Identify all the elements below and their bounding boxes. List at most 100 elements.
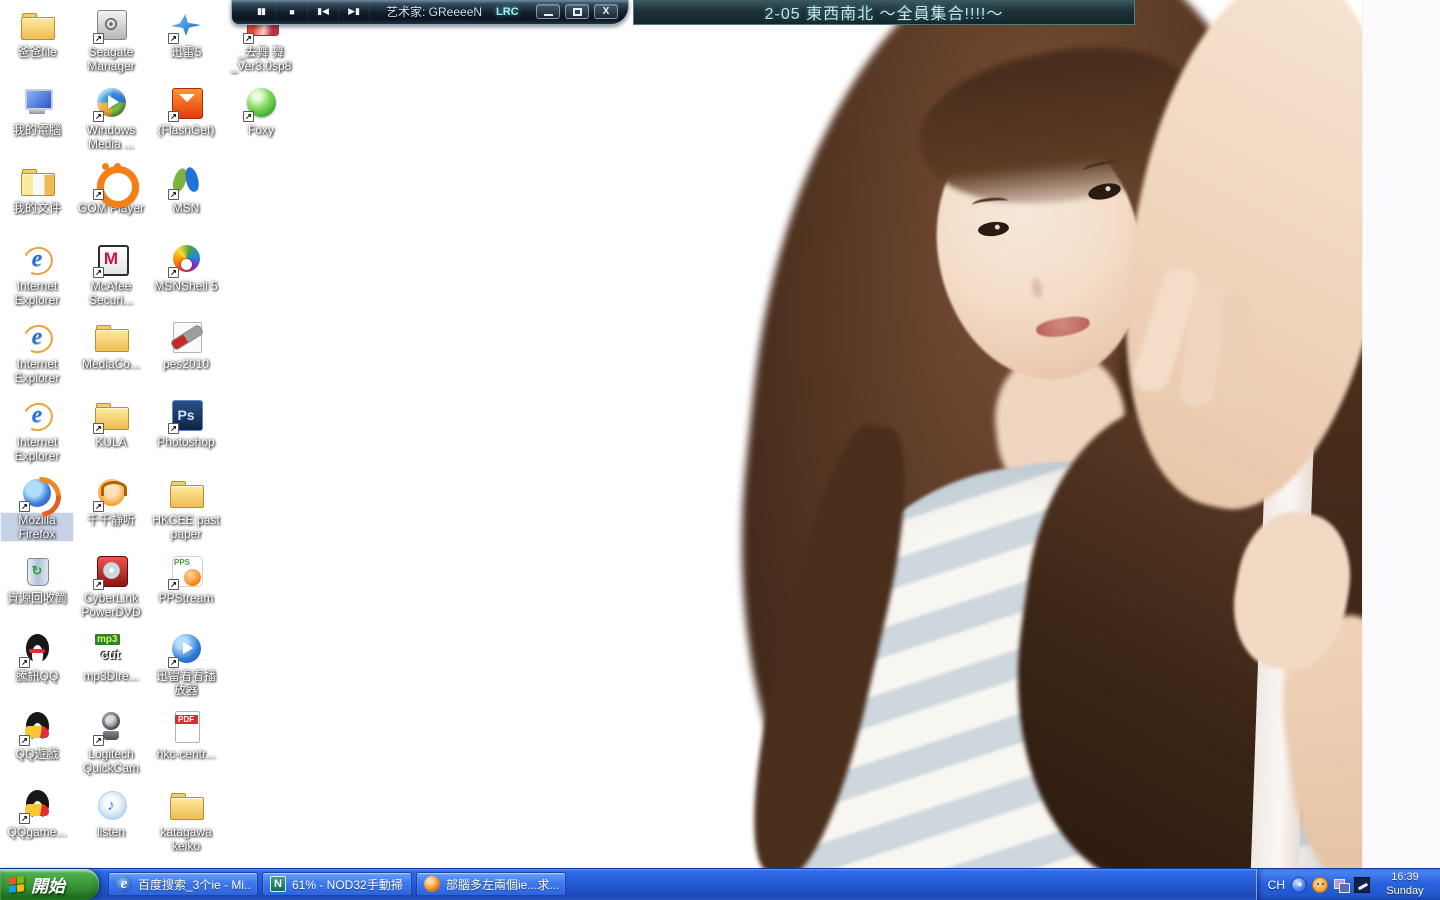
taskbar-task-label: 部腦多左兩個ie...求... <box>446 876 558 893</box>
desktop-icon-pes2010[interactable]: pes2010 <box>150 320 222 371</box>
desktop-icon-windows-media-[interactable]: ↗ Windows Media ... <box>75 86 147 151</box>
desktop-icon-hkc-centr-[interactable]: PDF hkc-centr... <box>150 710 222 761</box>
taskbar-clock[interactable]: 16:39 Sunday <box>1379 871 1431 899</box>
stop-button[interactable]: ■ <box>277 3 308 21</box>
desktop-icon--qq[interactable]: ↗ 騰訊QQ <box>1 632 73 683</box>
maximize-button[interactable] <box>565 4 589 19</box>
desktop-icon--[interactable]: ↗ 千千静听 <box>75 476 147 527</box>
desktop-icon--[interactable]: 我的文件 <box>1 164 73 215</box>
desktop-icon-label: 我的文件 <box>12 201 62 215</box>
folder-icon: ↗ <box>93 398 129 432</box>
desktop-icon-label: 千千静听 <box>86 513 136 527</box>
desktop-icon-listen[interactable]: ♪ listen <box>75 788 147 839</box>
fx-task-icon <box>424 876 440 892</box>
maximize-icon <box>573 8 582 16</box>
desktop-icon-label: 騰訊QQ <box>15 669 60 683</box>
flashget-tray-icon[interactable] <box>1354 877 1370 893</box>
desktop-icon-internet-explorer[interactable]: e Internet Explorer <box>1 242 73 307</box>
ttplayer-icon: ↗ <box>93 476 129 510</box>
desktop-icon-label: KULA <box>94 435 127 449</box>
desktop-icon-label: 迅雷5 <box>170 45 203 59</box>
desktop-icon-hkcee-past-paper[interactable]: HKCEE past paper <box>150 476 222 541</box>
desktop-icon-mozilla-firefox[interactable]: ↗ Mozilla Firefox <box>1 476 73 541</box>
close-icon: X <box>603 7 610 17</box>
desktop-icon-internet-explorer[interactable]: e Internet Explorer <box>1 398 73 463</box>
next-button[interactable]: ▶▮ <box>339 3 370 21</box>
clock-day: Sunday <box>1379 885 1431 899</box>
desktop-icon-internet-explorer[interactable]: e Internet Explorer <box>1 320 73 385</box>
shortcut-arrow-icon: ↗ <box>168 33 179 44</box>
desktop-icon--[interactable]: 我的電腦 <box>1 86 73 137</box>
hidden-icons-chevron[interactable]: ◀ <box>1291 877 1307 893</box>
desktop-icon-label: QQ遊戲 <box>15 747 60 761</box>
desktop-icon-qqgame-[interactable]: ↗ QQgame... <box>1 788 73 839</box>
desktop-icon-mediaco-[interactable]: MediaCo... <box>75 320 147 371</box>
desktop-icon-qq-[interactable]: ↗ QQ遊戲 <box>1 710 73 761</box>
desktop-icon-kula[interactable]: ↗ KULA <box>75 398 147 449</box>
pause-button[interactable]: ▮▮ <box>246 3 277 21</box>
taskbar-task-button[interactable]: 部腦多左兩個ie...求... <box>416 872 566 896</box>
ps-icon: Ps ↗ <box>168 398 204 432</box>
shortcut-arrow-icon: ↗ <box>93 735 104 746</box>
start-button-label: 開始 <box>31 872 65 897</box>
desktop-icon-label: MSN <box>172 201 201 215</box>
player-window-buttons: X <box>536 4 618 19</box>
msnshell-icon: ↗ <box>168 242 204 276</box>
player-controls: ▮▮ ■ ▮◀ ▶▮ <box>246 3 370 21</box>
qq-tray-icon[interactable] <box>1312 877 1328 893</box>
desktop-icon-label: 資源回收筒 <box>6 591 68 605</box>
lrc-button[interactable]: LRC <box>496 6 519 18</box>
minimize-button[interactable] <box>536 4 560 19</box>
desktop-icon-label: QQgame... <box>7 825 68 839</box>
system-tray: CH ◀ 16:39 Sunday <box>1256 869 1440 900</box>
desktop-icon-label: Photoshop <box>156 435 215 449</box>
desktop-icon-logitech-quickcam[interactable]: ↗ Logitech QuickCam <box>75 710 147 775</box>
desktop-icon-mp3dire-[interactable]: mp3 cut mp3Dire... <box>75 632 147 683</box>
close-button[interactable]: X <box>594 4 618 19</box>
desktop-icon-label: Internet Explorer <box>1 279 73 307</box>
previous-button[interactable]: ▮◀ <box>308 3 339 21</box>
desktop-icon-msnshell-5[interactable]: ↗ MSNShell 5 <box>150 242 222 293</box>
taskbar-buttons: e 百度搜索_3个ie - Mi... N 61% - NOD32手動掃... … <box>99 869 1256 900</box>
taskbar-task-button[interactable]: e 百度搜索_3个ie - Mi... <box>108 872 258 896</box>
desktop-icon-gom-player[interactable]: ↗ GOM Player <box>75 164 147 215</box>
desktop-icon--flashget-[interactable]: ↗ (FlashGet) <box>150 86 222 137</box>
taskbar-task-label: 百度搜索_3个ie - Mi... <box>138 876 250 893</box>
display-properties-tray-icon[interactable] <box>1333 877 1349 893</box>
desktop-icon--[interactable]: ↻ 資源回收筒 <box>1 554 73 605</box>
clock-time: 16:39 <box>1379 871 1431 885</box>
folder-icon <box>168 476 204 510</box>
shortcut-arrow-icon: ↗ <box>19 657 30 668</box>
kankan-icon: ↗ <box>168 632 204 666</box>
desktop-icon-mcafee-securi-[interactable]: M ↗ McAfee Securi... <box>75 242 147 307</box>
mydocs-icon <box>19 164 55 198</box>
ie-task-icon: e <box>116 876 132 892</box>
webcam-icon: ↗ <box>93 710 129 744</box>
start-button[interactable]: 開始 <box>0 869 99 900</box>
desktop-icon--5[interactable]: ↗ 迅雷5 <box>150 8 222 59</box>
nod-task-icon: N <box>270 876 286 892</box>
wallpaper-finger <box>1220 291 1256 408</box>
desktop-icon-label: (FlashGet) <box>157 123 216 137</box>
wallpaper-photo <box>600 0 1362 868</box>
desktop-icon--[interactable]: ↗ 迅雷看看播放器 <box>150 632 222 697</box>
music-player-window[interactable]: ▮▮ ■ ▮◀ ▶▮ 艺术家: GReeeeN LRC X <box>231 0 629 25</box>
desktop-icon-ppstream[interactable]: PPS ↗ PPStream <box>150 554 222 605</box>
taskbar-task-label: 61% - NOD32手動掃... <box>292 876 404 893</box>
lyrics-bar-window[interactable]: 2-05 東西南北 ～全員集合!!!!～ <box>633 0 1135 25</box>
desktop-icon--file[interactable]: 爸爸file <box>1 8 73 59</box>
desktop-icon-label: Windows Media ... <box>75 123 147 151</box>
seagate-icon: ↗ <box>93 8 129 42</box>
desktop-icon-cyberlink-powerdvd[interactable]: ↗ CyberLink PowerDVD <box>75 554 147 619</box>
language-indicator[interactable]: CH <box>1268 878 1285 892</box>
firefox-icon: ↗ <box>19 476 55 510</box>
desktop-icon-photoshop[interactable]: Ps ↗ Photoshop <box>150 398 222 449</box>
desktop-icon-label: Internet Explorer <box>1 357 73 385</box>
recycle-icon: ↻ <box>19 554 55 588</box>
taskbar-task-button[interactable]: N 61% - NOD32手動掃... <box>262 872 412 896</box>
desktop-icon-label: _去舞 舞 _Ver3.0sp8 <box>225 45 297 73</box>
desktop-icon-msn[interactable]: ↗ MSN <box>150 164 222 215</box>
desktop-icon-seagate-manager[interactable]: ↗ Seagate Manager <box>75 8 147 73</box>
desktop-icon-foxy[interactable]: ↗ Foxy <box>225 86 297 137</box>
desktop-icon-katagawa-keiko[interactable]: katagawa keiko <box>150 788 222 853</box>
